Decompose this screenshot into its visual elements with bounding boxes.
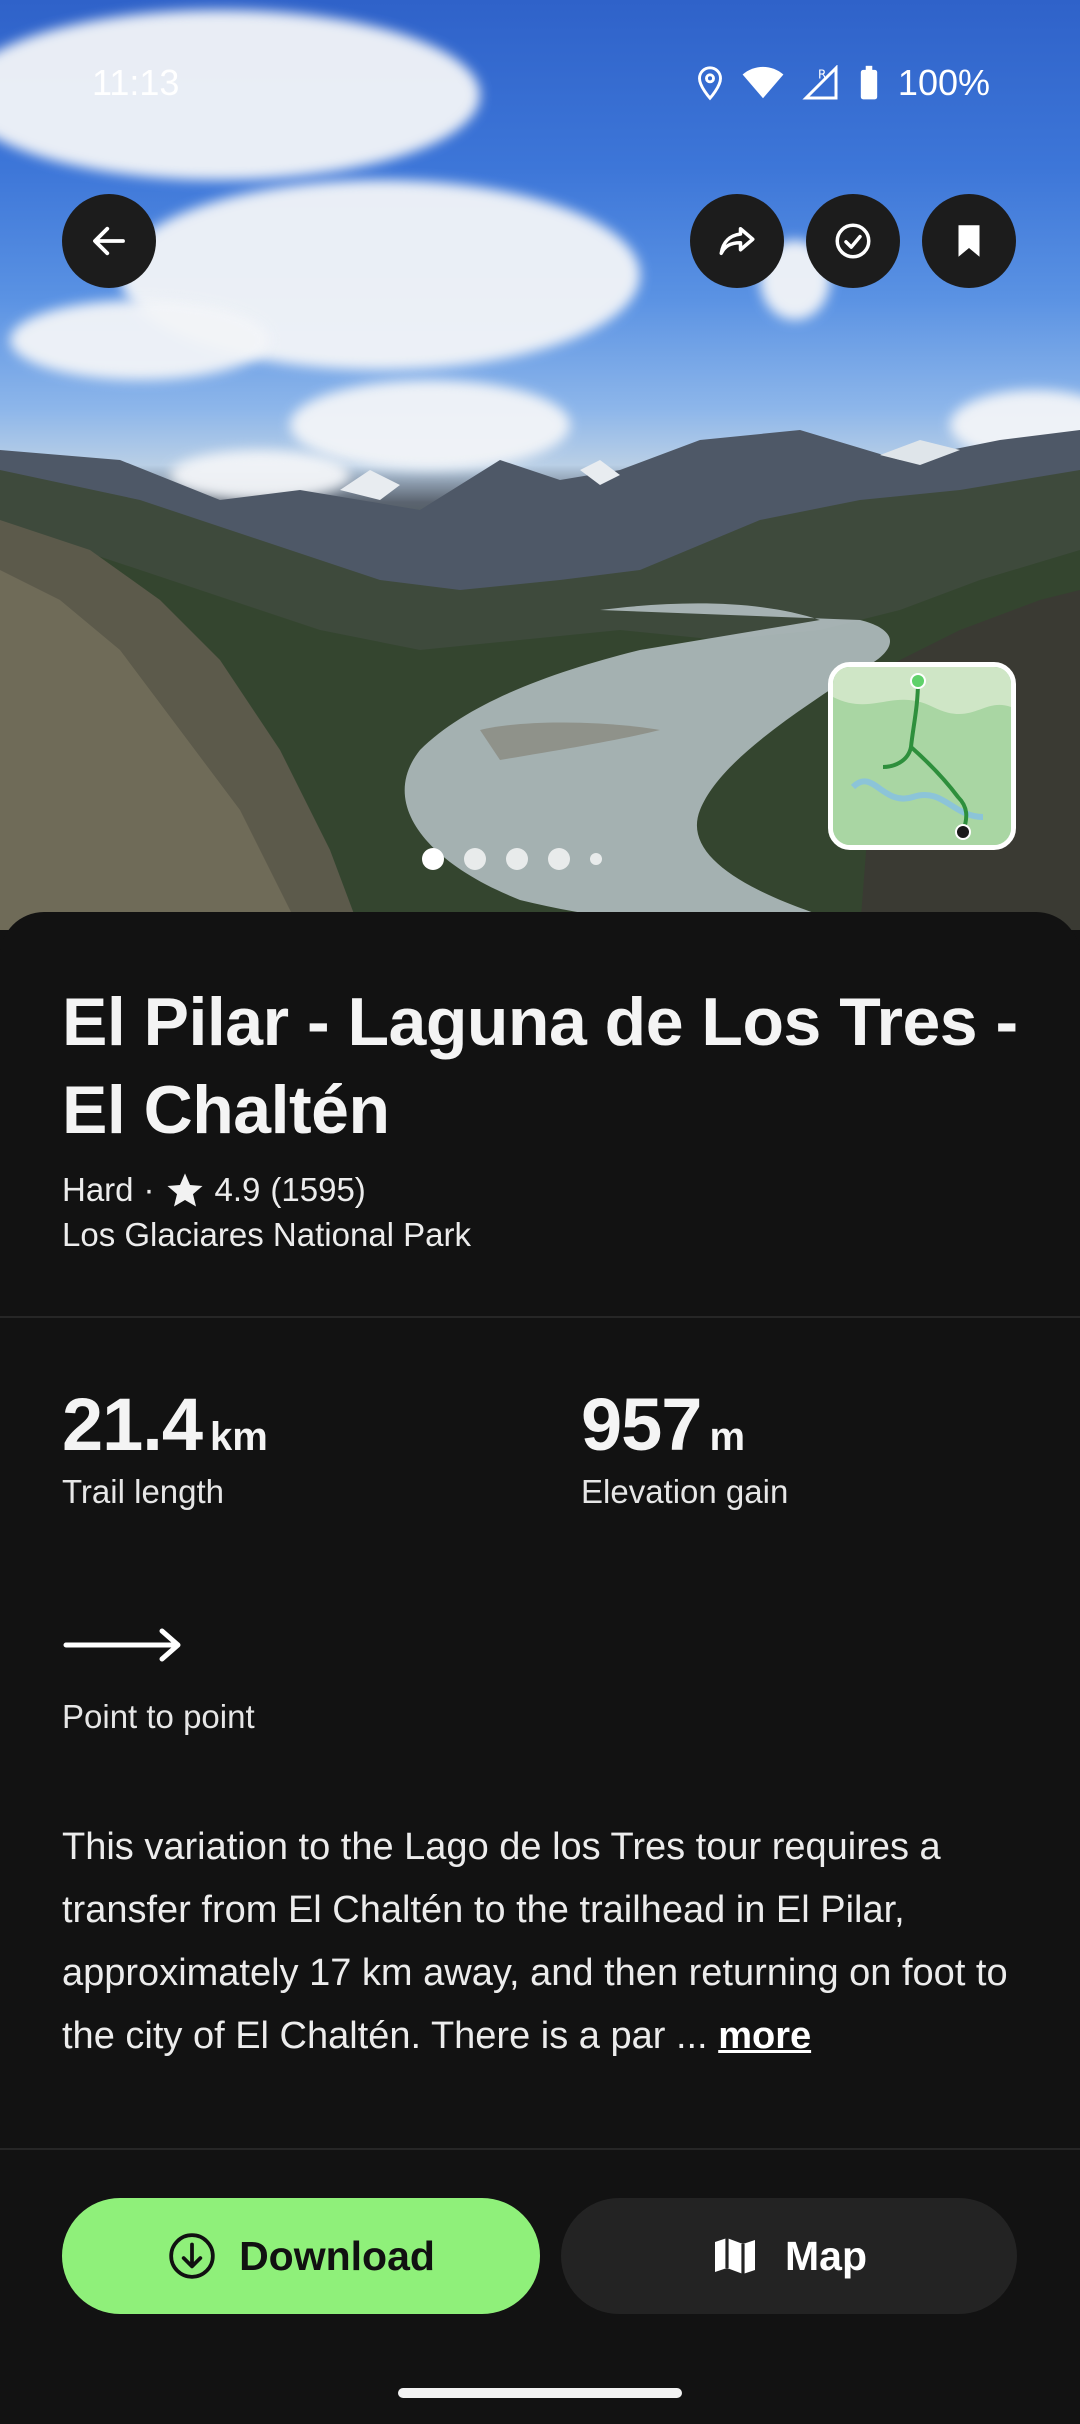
- park-name[interactable]: Los Glaciares National Park: [62, 1216, 471, 1254]
- svg-text:R: R: [818, 68, 826, 82]
- battery-icon: [860, 65, 878, 100]
- trail-meta: Hard · 4.9 (1595): [62, 1170, 366, 1210]
- divider: [0, 1316, 1080, 1318]
- download-icon: [169, 2233, 215, 2279]
- route-type-label: Point to point: [62, 1698, 255, 1735]
- wifi-icon: [742, 66, 784, 99]
- pagination-dot: [506, 848, 528, 870]
- share-button[interactable]: [690, 194, 784, 288]
- back-arrow-icon: [93, 226, 125, 256]
- map-button[interactable]: Map: [561, 2198, 1017, 2314]
- share-icon: [719, 227, 755, 255]
- location-icon: [697, 66, 722, 101]
- battery-percent: 100%: [897, 62, 990, 103]
- route-type-arrow-icon: [63, 1628, 181, 1662]
- minimap-route: [833, 667, 1011, 845]
- mark-completed-button[interactable]: [806, 194, 900, 288]
- trail-minimap[interactable]: [828, 662, 1016, 850]
- meta-separator: ·: [143, 1171, 155, 1208]
- home-indicator[interactable]: [398, 2388, 682, 2398]
- trail-length-value: 21.4: [62, 1383, 203, 1466]
- pagination-dot: [590, 853, 602, 865]
- trail-length-unit: km: [210, 1415, 268, 1459]
- review-count[interactable]: (1595): [270, 1171, 365, 1209]
- pagination-dot: [464, 848, 486, 870]
- description-text: This variation to the Lago de los Tres t…: [62, 1826, 1008, 2057]
- status-bar: 11:13 R 100%: [0, 0, 1080, 120]
- status-icons: R 100%: [696, 62, 990, 104]
- rating-value: 4.9: [214, 1171, 261, 1208]
- download-label: Download: [239, 2232, 435, 2279]
- photo-pagination: [0, 848, 1052, 870]
- map-label: Map: [785, 2232, 867, 2279]
- divider: [0, 2148, 1080, 2150]
- bookmark-icon: [958, 225, 980, 257]
- elevation-gain-value: 957: [581, 1383, 702, 1466]
- back-button[interactable]: [62, 194, 156, 288]
- cloud: [10, 300, 270, 380]
- read-more-link[interactable]: more: [718, 2015, 811, 2057]
- trail-length-label: Trail length: [62, 1473, 225, 1510]
- hero-photo[interactable]: 11:13 R 100%: [0, 0, 1080, 930]
- trail-description: This variation to the Lago de los Tres t…: [62, 1816, 1042, 2068]
- save-button[interactable]: [922, 194, 1016, 288]
- check-circle-icon: [835, 223, 871, 259]
- download-button[interactable]: Download: [62, 2198, 540, 2314]
- trail-length-stat: 21.4 km Trail length: [62, 1382, 268, 1511]
- trail-title: El Pilar - Laguna de Los Tres - El Chalt…: [62, 984, 1018, 1148]
- star-icon: [167, 1173, 203, 1207]
- signal-icon: R: [802, 65, 838, 100]
- pagination-dot: [548, 848, 570, 870]
- pagination-dot: [422, 848, 444, 870]
- status-time: 11:13: [92, 62, 180, 103]
- map-icon: [715, 2238, 755, 2274]
- elevation-gain-stat: 957 m Elevation gain: [581, 1382, 788, 1511]
- elevation-gain-label: Elevation gain: [581, 1473, 789, 1510]
- elevation-gain-unit: m: [709, 1415, 746, 1459]
- difficulty-label: Hard: [62, 1171, 134, 1208]
